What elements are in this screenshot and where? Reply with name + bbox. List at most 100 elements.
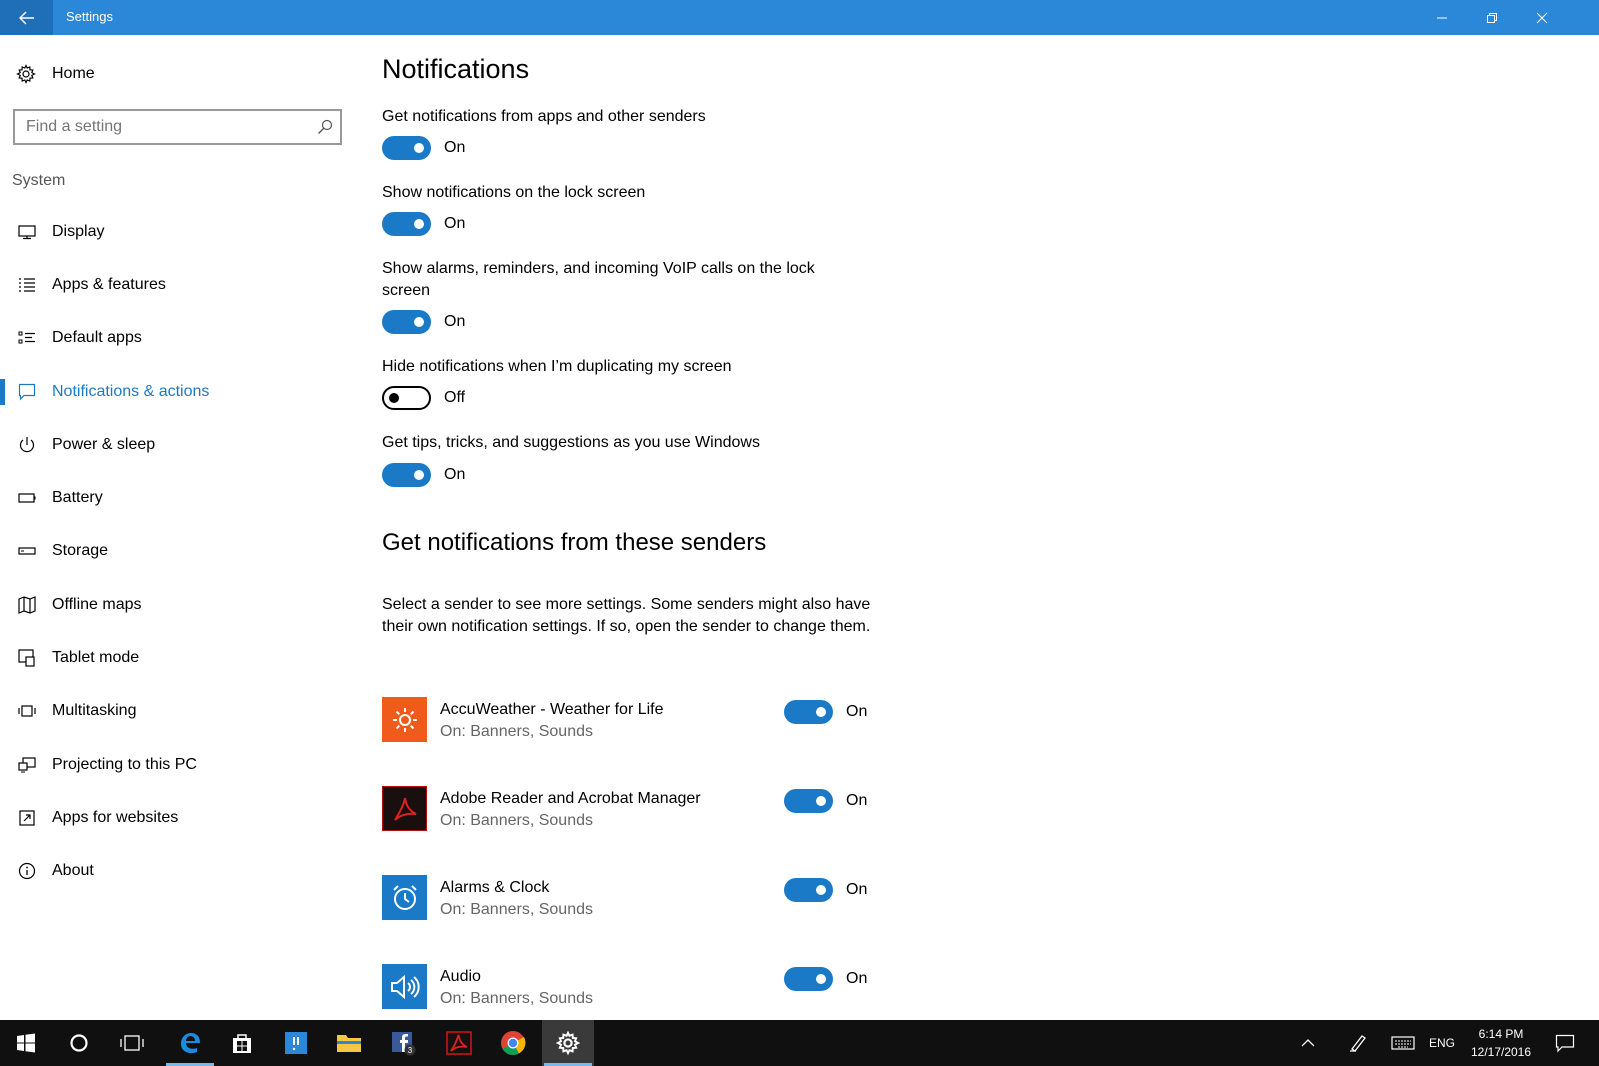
task-view-button[interactable]: [106, 1020, 158, 1066]
sidebar-item-label: About: [52, 862, 94, 880]
info-icon: [17, 861, 37, 881]
display-icon: [17, 222, 37, 242]
cortana-circle-icon: [70, 1034, 88, 1052]
sender-name: Adobe Reader and Acrobat Manager: [440, 790, 701, 807]
search-box[interactable]: [13, 109, 342, 145]
sidebar-item-default-apps[interactable]: Default apps: [0, 312, 355, 365]
taskbar-edge[interactable]: [164, 1020, 216, 1066]
sidebar-item-apps-features[interactable]: Apps & features: [0, 258, 355, 311]
tips-tricks-toggle[interactable]: [382, 463, 431, 487]
sender-toggle[interactable]: [784, 700, 833, 724]
tray-show-hidden[interactable]: [1290, 1020, 1326, 1066]
sidebar-item-tablet-mode[interactable]: Tablet mode: [0, 631, 355, 684]
pen-icon: [1350, 1035, 1366, 1052]
toggle-state-text: On: [846, 792, 868, 809]
sidebar-item-label: Battery: [52, 489, 103, 507]
minimize-icon: [1437, 17, 1447, 18]
speaker-icon: [382, 964, 427, 1009]
sender-toggle[interactable]: [784, 878, 833, 902]
tray-touch-keyboard[interactable]: [1385, 1020, 1421, 1066]
taskbar-app-blue[interactable]: [270, 1020, 322, 1066]
sender-name: AccuWeather - Weather for Life: [440, 701, 664, 718]
language-indicator[interactable]: ENG: [1429, 1036, 1455, 1050]
toggle-state-text: On: [444, 466, 466, 483]
keyboard-icon: [1391, 1036, 1415, 1050]
sender-toggle[interactable]: [784, 967, 833, 991]
taskbar-adobe[interactable]: [433, 1020, 485, 1066]
sidebar-item-label: Projecting to this PC: [52, 755, 197, 773]
notifications-icon: [17, 382, 37, 402]
toggle-state-text: Off: [444, 389, 466, 406]
sender-toggle-row: On: [784, 967, 867, 991]
sender-detail: On: Banners, Sounds: [440, 990, 593, 1007]
sender-toggle[interactable]: [784, 789, 833, 813]
sidebar-nav: Display Apps & features Default apps Not…: [0, 205, 355, 898]
sidebar-item-projecting[interactable]: Projecting to this PC: [0, 738, 355, 791]
option-label: Show notifications on the lock screen: [382, 184, 646, 201]
sidebar-item-label: Default apps: [52, 329, 142, 347]
windows-logo-icon: [17, 1033, 35, 1053]
projecting-icon: [17, 755, 37, 775]
sidebar-item-offline-maps[interactable]: Offline maps: [0, 578, 355, 631]
taskbar-file-explorer[interactable]: [323, 1020, 375, 1066]
back-arrow-icon: [18, 10, 34, 25]
home-link[interactable]: Home: [16, 64, 95, 84]
page-title: Notifications: [382, 54, 530, 84]
restore-button[interactable]: [1467, 0, 1517, 35]
close-button[interactable]: [1517, 0, 1567, 35]
accuweather-icon: [382, 697, 427, 742]
taskbar-chrome[interactable]: [487, 1020, 539, 1066]
app-tile-icon: [285, 1032, 307, 1054]
chevron-up-icon: [1301, 1039, 1315, 1047]
clock-date: 12/17/2016: [1470, 1045, 1532, 1059]
option-label: Show alarms, reminders, and incoming VoI…: [382, 260, 815, 299]
cortana-button[interactable]: [53, 1020, 105, 1066]
sender-row[interactable]: Audio On: Banners, Sounds On: [382, 964, 882, 1012]
notifications-apps-toggle[interactable]: [382, 136, 431, 160]
start-button[interactable]: [0, 1020, 52, 1066]
sender-row[interactable]: Adobe Reader and Acrobat Manager On: Ban…: [382, 786, 882, 834]
senders-heading: Get notifications from these senders: [382, 529, 767, 556]
back-button[interactable]: [0, 0, 53, 35]
sidebar-item-power-sleep[interactable]: Power & sleep: [0, 418, 355, 471]
storage-icon: [17, 541, 37, 561]
taskbar-store[interactable]: [216, 1020, 268, 1066]
edge-icon: [181, 1033, 200, 1054]
apps-features-icon: [17, 275, 37, 295]
sidebar-item-notifications-actions[interactable]: Notifications & actions: [0, 365, 355, 418]
sidebar-item-multitasking[interactable]: Multitasking: [0, 685, 355, 738]
search-icon[interactable]: [310, 112, 340, 142]
sidebar-item-about[interactable]: About: [0, 845, 355, 898]
lock-screen-alarms-toggle[interactable]: [382, 310, 431, 334]
minimize-button[interactable]: [1417, 0, 1467, 35]
option-label: Get notifications from apps and other se…: [382, 108, 706, 125]
alarm-clock-icon: [382, 875, 427, 920]
taskbar-settings[interactable]: [542, 1020, 594, 1066]
option-toggle-row: On: [382, 463, 465, 487]
taskbar-facebook[interactable]: 3: [377, 1020, 429, 1066]
sidebar-item-apps-for-websites[interactable]: Apps for websites: [0, 791, 355, 844]
sender-name: Audio: [440, 968, 481, 985]
sender-row[interactable]: AccuWeather - Weather for Life On: Banne…: [382, 697, 882, 745]
tablet-mode-icon: [17, 648, 37, 668]
action-center-button[interactable]: [1545, 1020, 1585, 1066]
search-input[interactable]: [15, 112, 310, 142]
clock[interactable]: 6:14 PM 12/17/2016: [1462, 1025, 1540, 1061]
tray-pen-workspace[interactable]: [1340, 1020, 1376, 1066]
sidebar-item-label: Display: [52, 222, 105, 240]
sidebar-item-battery[interactable]: Battery: [0, 471, 355, 524]
close-icon: [1536, 12, 1548, 23]
toggle-state-text: On: [846, 703, 868, 720]
sidebar-item-display[interactable]: Display: [0, 205, 355, 258]
restore-icon: [1487, 12, 1497, 23]
battery-icon: [17, 488, 37, 508]
sidebar-item-label: Notifications & actions: [52, 382, 210, 400]
folder-icon: [337, 1035, 361, 1052]
task-view-icon: [120, 1035, 144, 1051]
sidebar-item-storage[interactable]: Storage: [0, 525, 355, 578]
sender-row[interactable]: Alarms & Clock On: Banners, Sounds On: [382, 875, 882, 923]
lock-screen-notifications-toggle[interactable]: [382, 212, 431, 236]
toggle-state-text: On: [444, 139, 466, 156]
option-label: Get tips, tricks, and suggestions as you…: [382, 434, 760, 451]
hide-when-duplicating-toggle[interactable]: [382, 386, 431, 410]
